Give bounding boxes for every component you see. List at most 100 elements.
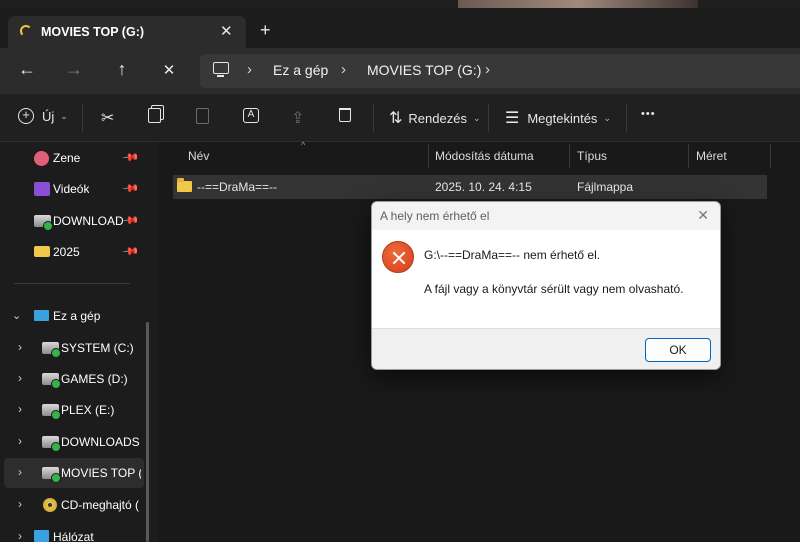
divider <box>626 104 627 132</box>
sort-ascending-icon: ^ <box>301 140 306 150</box>
drive-icon <box>42 342 61 358</box>
sidebar-item-label: DOWNLOADS <box>61 435 140 449</box>
new-button[interactable]: + Új ⌄ <box>18 108 68 124</box>
sidebar-item-drive-e[interactable]: › PLEX (E:) <box>0 395 150 425</box>
sidebar-item-videok[interactable]: Videók 📌 <box>0 174 150 204</box>
stop-button[interactable]: ✕ <box>157 61 181 79</box>
desktop-strip <box>0 0 800 8</box>
cut-button[interactable]: ✂ <box>101 108 114 128</box>
breadcrumb-chevron-icon[interactable]: › <box>247 61 252 78</box>
command-bar: + Új ⌄ ✂ A ⇪ ⇅ Rendezés ⌄ ☰ Megtekintés … <box>0 94 800 142</box>
chevron-right-icon[interactable]: › <box>18 340 22 354</box>
dialog-title-bar: A hely nem érhető el ✕ <box>372 202 720 230</box>
copy-button[interactable] <box>148 108 161 123</box>
column-divider[interactable] <box>569 144 570 168</box>
dialog-message-detail: A fájl vagy a könyvtár sérült vagy nem o… <box>424 282 684 296</box>
plus-circle-icon: + <box>18 108 34 124</box>
chevron-right-icon[interactable]: › <box>18 434 22 448</box>
pin-icon: 📌 <box>121 148 140 167</box>
ok-button[interactable]: OK <box>645 338 711 362</box>
network-icon <box>34 530 49 542</box>
pin-icon: 📌 <box>121 242 140 261</box>
column-header-modified[interactable]: Módosítás dátuma <box>435 142 534 170</box>
chevron-right-icon[interactable]: › <box>18 529 22 542</box>
dialog-close-button[interactable]: ✕ <box>697 207 709 224</box>
monitor-icon <box>34 310 49 321</box>
forward-button[interactable]: → <box>62 59 86 80</box>
view-button[interactable]: ☰ Megtekintés ⌄ <box>505 108 611 128</box>
column-header-type[interactable]: Típus <box>577 142 607 170</box>
sidebar-scrollbar[interactable] <box>146 322 149 542</box>
address-bar[interactable]: › Ez a gép › MOVIES TOP (G:) › <box>200 54 800 88</box>
pin-icon: 📌 <box>121 179 140 198</box>
more-options-button[interactable]: ••• <box>641 108 656 120</box>
new-tab-button[interactable]: + <box>260 20 271 41</box>
dialog-title: A hely nem érhető el <box>380 209 490 223</box>
folder-icon <box>177 178 192 192</box>
sidebar-item-cd-drive[interactable]: › CD-meghajtó (F:) <box>0 490 150 520</box>
drive-icon <box>34 215 53 231</box>
chevron-down-icon: ⌄ <box>472 112 481 123</box>
sidebar-divider <box>14 283 130 284</box>
sidebar-item-zene[interactable]: Zene 📌 <box>0 143 150 173</box>
chevron-down-icon: ⌄ <box>603 112 611 123</box>
sidebar-item-downloads-drive[interactable]: › DOWNLOADS <box>0 427 150 457</box>
file-type: Fájlmappa <box>577 180 634 194</box>
sidebar-item-drive-c[interactable]: › SYSTEM (C:) <box>0 333 150 363</box>
chevron-right-icon[interactable]: › <box>18 371 22 385</box>
sidebar-item-label: Videók <box>53 182 90 196</box>
sidebar-item-label: Ez a gép <box>53 309 101 323</box>
drive-icon <box>42 467 61 483</box>
chevron-down-icon: ⌄ <box>60 110 68 121</box>
view-lines-icon: ☰ <box>505 110 520 127</box>
sidebar-item-this-pc[interactable]: ⌄ Ez a gép <box>0 301 150 331</box>
column-header-size[interactable]: Méret <box>696 142 727 170</box>
rename-button[interactable]: A <box>243 108 259 123</box>
trash-icon <box>339 108 351 122</box>
column-divider[interactable] <box>770 144 771 168</box>
breadcrumb-chevron-icon[interactable]: › <box>485 61 490 78</box>
drive-icon <box>42 436 61 452</box>
computer-icon <box>213 62 229 77</box>
divider <box>82 104 83 132</box>
sidebar-item-downloads[interactable]: DOWNLOADS 📌 <box>0 206 150 236</box>
delete-button[interactable] <box>339 108 351 122</box>
sidebar-item-2025[interactable]: 2025 📌 <box>0 237 150 267</box>
divider <box>373 104 374 132</box>
column-divider[interactable] <box>428 144 429 168</box>
sidebar-item-network[interactable]: › Hálózat <box>0 522 150 542</box>
desktop-photo <box>458 0 698 8</box>
dialog-message-path: G:\--==DraMa==-- nem érhető el. <box>424 248 601 262</box>
drive-icon <box>42 373 61 389</box>
column-divider[interactable] <box>688 144 689 168</box>
chevron-right-icon[interactable]: › <box>18 402 22 416</box>
share-button[interactable]: ⇪ <box>291 108 304 128</box>
tab-movies-top[interactable]: MOVIES TOP (G:) ✕ <box>8 16 246 48</box>
sidebar-item-label: GAMES (D:) <box>61 372 128 386</box>
chevron-right-icon[interactable]: › <box>18 465 22 479</box>
music-icon <box>34 151 49 166</box>
up-button[interactable]: ↑ <box>110 59 134 80</box>
navigation-bar: ← → ↑ ✕ › Ez a gép › MOVIES TOP (G:) › <box>0 48 800 94</box>
sidebar-item-label: CD-meghajtó (F:) <box>61 498 139 512</box>
breadcrumb-this-pc[interactable]: Ez a gép <box>273 62 328 78</box>
error-dialog: A hely nem érhető el ✕ G:\--==DraMa==-- … <box>371 201 721 370</box>
paste-button[interactable] <box>196 108 209 124</box>
navigation-pane: Zene 📌 Videók 📌 DOWNLOADS 📌 2025 📌 ⌄ Ez … <box>0 142 158 542</box>
column-header-name[interactable]: Név <box>188 142 209 170</box>
dialog-footer: OK <box>372 328 720 369</box>
sidebar-item-drive-d[interactable]: › GAMES (D:) <box>0 364 150 394</box>
chevron-right-icon[interactable]: › <box>18 497 22 511</box>
sidebar-item-label: DOWNLOADS <box>53 214 123 228</box>
chevron-down-icon[interactable]: ⌄ <box>12 309 21 322</box>
sort-button[interactable]: ⇅ Rendezés ⌄ <box>389 108 481 128</box>
table-row[interactable]: --==DraMa==-- 2025. 10. 24. 4:15 Fájlmap… <box>173 175 767 199</box>
breadcrumb-movies-top[interactable]: MOVIES TOP (G:) <box>367 62 481 78</box>
sort-icon: ⇅ <box>389 110 403 127</box>
back-button[interactable]: ← <box>15 59 39 80</box>
tab-bar: MOVIES TOP (G:) ✕ + <box>0 8 800 48</box>
sidebar-item-drive-g[interactable]: › MOVIES TOP (G:) <box>4 458 144 488</box>
close-tab-icon[interactable]: ✕ <box>220 22 233 40</box>
breadcrumb-chevron-icon[interactable]: › <box>341 61 346 78</box>
file-modified: 2025. 10. 24. 4:15 <box>435 180 532 194</box>
